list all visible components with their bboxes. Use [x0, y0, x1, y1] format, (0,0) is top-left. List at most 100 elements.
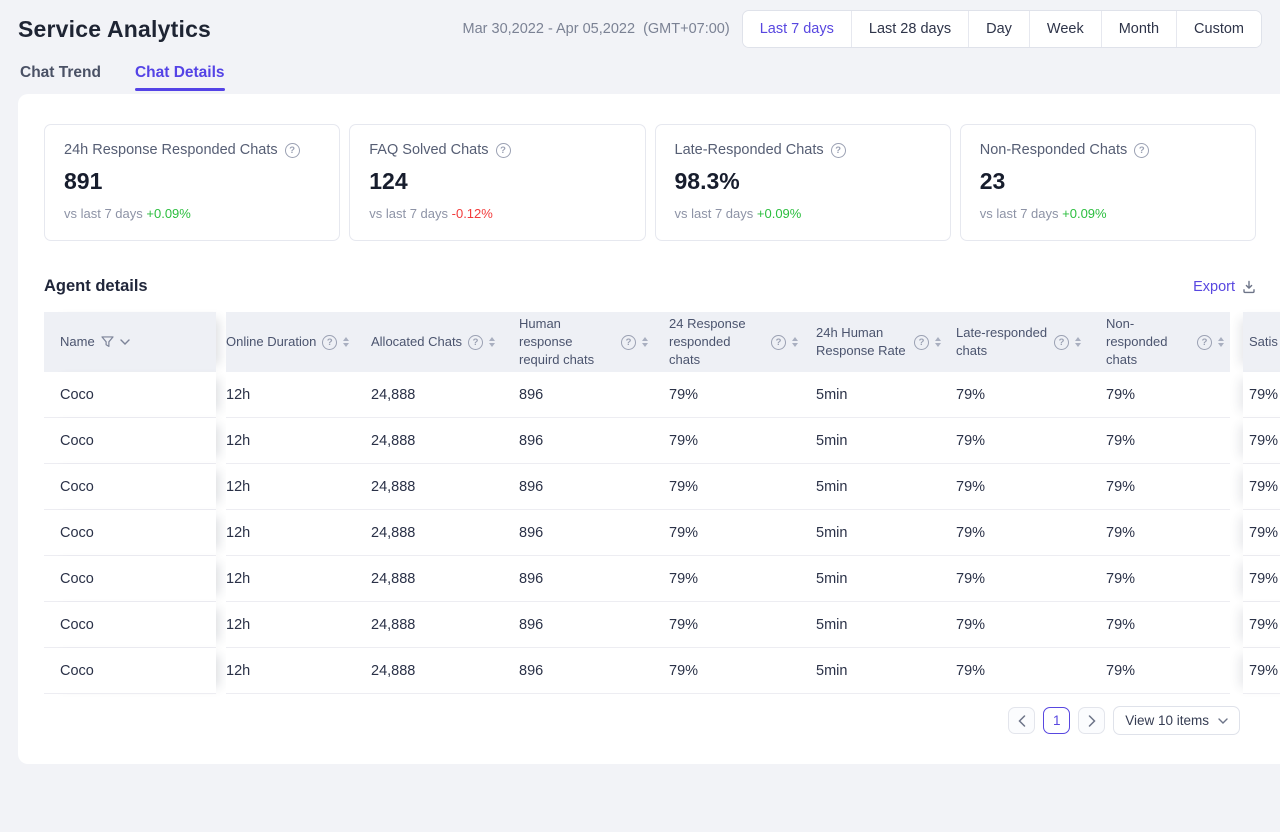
range-button-week[interactable]: Week — [1029, 11, 1101, 47]
cell-non-responded: 79% — [1106, 464, 1230, 510]
sort-icon[interactable] — [792, 337, 798, 347]
cell-human-required: 896 — [519, 556, 669, 602]
stat-card-value: 23 — [980, 168, 1236, 195]
sort-icon[interactable] — [489, 337, 495, 347]
cell-online-duration: 12h — [226, 556, 371, 602]
cell-non-responded: 79% — [1106, 372, 1230, 418]
cell-non-responded: 79% — [1106, 648, 1230, 694]
column-header-satisfaction: Satis — [1243, 312, 1280, 372]
table-row: Coco 12h 24,888 896 79% 5min 79% 79% 79% — [44, 372, 1280, 418]
help-icon[interactable]: ? — [468, 335, 483, 350]
cell-online-duration: 12h — [226, 464, 371, 510]
cell-24-responded: 79% — [669, 510, 816, 556]
stat-card-non-responded: Non-Responded Chats ? 23 vs last 7 days … — [960, 124, 1256, 241]
stat-card-compare: vs last 7 days +0.09% — [64, 206, 320, 221]
range-button-custom[interactable]: Custom — [1176, 11, 1261, 47]
tab-bar: Chat Trend Chat Details — [0, 64, 1280, 94]
cell-24-responded: 79% — [669, 648, 816, 694]
stat-card-delta: +0.09% — [1062, 206, 1106, 221]
chevron-down-icon[interactable] — [120, 339, 130, 345]
cell-allocated-chats: 24,888 — [371, 464, 519, 510]
cell-human-required: 896 — [519, 510, 669, 556]
page-title: Service Analytics — [18, 16, 211, 43]
content-panel: 24h Response Responded Chats ? 891 vs la… — [18, 94, 1280, 764]
tab-chat-details[interactable]: Chat Details — [135, 64, 225, 94]
cell-human-rate: 5min — [816, 464, 956, 510]
pinned-column-gap — [216, 648, 226, 694]
pinned-column-gap — [1230, 372, 1243, 418]
tab-chat-trend[interactable]: Chat Trend — [20, 64, 101, 94]
cell-late-responded: 79% — [956, 602, 1106, 648]
sort-icon[interactable] — [343, 337, 349, 347]
range-button-last-7-days[interactable]: Last 7 days — [743, 11, 851, 47]
cell-human-required: 896 — [519, 464, 669, 510]
cell-satisfaction: 79% — [1243, 510, 1280, 556]
range-button-month[interactable]: Month — [1101, 11, 1176, 47]
date-range-text: Mar 30,2022 - Apr 05,2022 — [463, 21, 636, 37]
cell-satisfaction: 79% — [1243, 556, 1280, 602]
pinned-column-gap — [1230, 464, 1243, 510]
cell-allocated-chats: 24,888 — [371, 418, 519, 464]
agent-table: Name Online Duration ? — [44, 312, 1280, 694]
sort-icon[interactable] — [642, 337, 648, 347]
prev-page-button[interactable] — [1008, 707, 1035, 734]
help-icon[interactable]: ? — [1197, 335, 1212, 350]
column-header-24-response-responded: 24 Response responded chats ? — [669, 312, 816, 372]
stat-card-delta: +0.09% — [146, 206, 190, 221]
stat-card-24h-responded: 24h Response Responded Chats ? 891 vs la… — [44, 124, 340, 241]
stat-card-label: Non-Responded Chats — [980, 142, 1128, 158]
sort-icon[interactable] — [1075, 337, 1081, 347]
help-icon[interactable]: ? — [621, 335, 636, 350]
table-row: Coco 12h 24,888 896 79% 5min 79% 79% 79% — [44, 510, 1280, 556]
cell-human-required: 896 — [519, 418, 669, 464]
page-number-1[interactable]: 1 — [1043, 707, 1070, 734]
cell-human-rate: 5min — [816, 602, 956, 648]
stat-card-value: 124 — [369, 168, 625, 195]
cell-allocated-chats: 24,888 — [371, 372, 519, 418]
range-button-day[interactable]: Day — [968, 11, 1029, 47]
download-icon — [1242, 280, 1256, 294]
pinned-column-gap — [1230, 602, 1243, 648]
agent-details-header: Agent details Export — [44, 277, 1256, 296]
cell-name: Coco — [44, 510, 216, 556]
pinned-column-gap — [216, 602, 226, 648]
cell-24-responded: 79% — [669, 418, 816, 464]
stat-card-value: 891 — [64, 168, 320, 195]
help-icon[interactable]: ? — [914, 335, 929, 350]
help-icon[interactable]: ? — [496, 143, 511, 158]
range-button-last-28-days[interactable]: Last 28 days — [851, 11, 968, 47]
cell-name: Coco — [44, 648, 216, 694]
table-row: Coco 12h 24,888 896 79% 5min 79% 79% 79% — [44, 464, 1280, 510]
sort-icon[interactable] — [935, 337, 941, 347]
pagination: 1 View 10 items — [44, 706, 1240, 735]
sort-icon[interactable] — [1218, 337, 1224, 347]
column-header-allocated-chats: Allocated Chats ? — [371, 312, 519, 372]
help-icon[interactable]: ? — [322, 335, 337, 350]
column-header-late-responded: Late-responded chats ? — [956, 312, 1106, 372]
stat-card-label: 24h Response Responded Chats — [64, 142, 278, 158]
column-header-human-response-required: Human response requird chats ? — [519, 312, 669, 372]
stat-card-compare: vs last 7 days -0.12% — [369, 206, 625, 221]
stat-card-value: 98.3% — [675, 168, 931, 195]
cell-24-responded: 79% — [669, 464, 816, 510]
help-icon[interactable]: ? — [831, 143, 846, 158]
chevron-left-icon — [1018, 715, 1026, 727]
cell-satisfaction: 79% — [1243, 464, 1280, 510]
cell-online-duration: 12h — [226, 510, 371, 556]
export-button[interactable]: Export — [1193, 279, 1256, 295]
cell-allocated-chats: 24,888 — [371, 602, 519, 648]
help-icon[interactable]: ? — [771, 335, 786, 350]
help-icon[interactable]: ? — [285, 143, 300, 158]
next-page-button[interactable] — [1078, 707, 1105, 734]
pinned-column-gap — [1230, 648, 1243, 694]
filter-icon[interactable] — [101, 336, 114, 348]
pinned-column-gap — [1230, 418, 1243, 464]
help-icon[interactable]: ? — [1054, 335, 1069, 350]
page-size-select[interactable]: View 10 items — [1113, 706, 1240, 735]
cell-satisfaction: 79% — [1243, 372, 1280, 418]
cell-name: Coco — [44, 372, 216, 418]
help-icon[interactable]: ? — [1134, 143, 1149, 158]
cell-non-responded: 79% — [1106, 418, 1230, 464]
cell-late-responded: 79% — [956, 648, 1106, 694]
table-row: Coco 12h 24,888 896 79% 5min 79% 79% 79% — [44, 602, 1280, 648]
